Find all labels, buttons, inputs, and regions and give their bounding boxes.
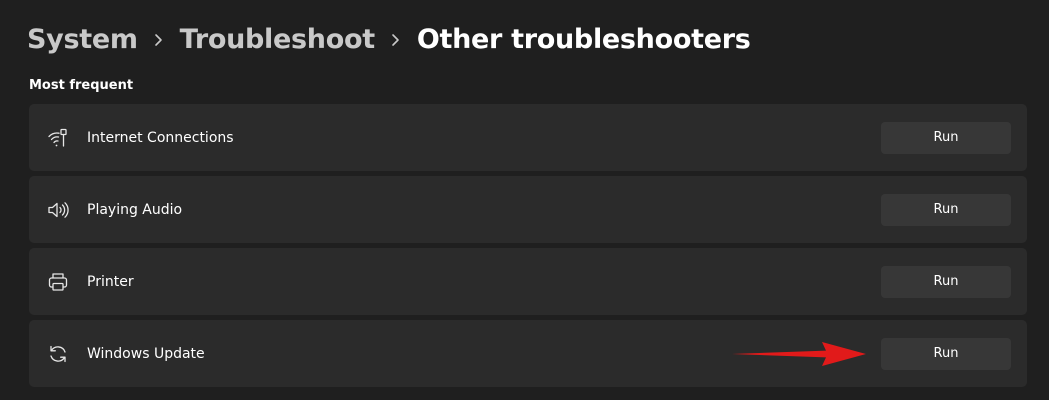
run-button-playing-audio[interactable]: Run bbox=[881, 193, 1011, 226]
wifi-network-icon bbox=[46, 126, 70, 150]
troubleshooter-label: Windows Update bbox=[87, 345, 205, 362]
speaker-icon bbox=[46, 198, 70, 222]
sync-icon bbox=[46, 342, 70, 366]
troubleshooter-row-playing-audio: Playing Audio Run bbox=[29, 176, 1027, 243]
troubleshooter-row-internet-connections: Internet Connections Run bbox=[29, 104, 1027, 171]
breadcrumb-item-troubleshoot[interactable]: Troubleshoot bbox=[180, 20, 375, 60]
chevron-right-icon bbox=[390, 20, 401, 60]
settings-page: System Troubleshoot Other troubleshooter… bbox=[0, 0, 1049, 400]
chevron-right-icon bbox=[153, 20, 164, 60]
breadcrumb: System Troubleshoot Other troubleshooter… bbox=[27, 20, 751, 60]
troubleshooter-label: Internet Connections bbox=[87, 129, 234, 146]
run-button-internet-connections[interactable]: Run bbox=[881, 121, 1011, 154]
annotation-arrow-icon bbox=[732, 342, 866, 366]
printer-icon bbox=[46, 270, 70, 294]
run-button-printer[interactable]: Run bbox=[881, 265, 1011, 298]
section-title-most-frequent: Most frequent bbox=[29, 78, 134, 93]
page-title: Other troubleshooters bbox=[416, 24, 751, 55]
troubleshooter-label: Printer bbox=[87, 273, 134, 290]
troubleshooter-row-printer: Printer Run bbox=[29, 248, 1027, 315]
troubleshooter-row-windows-update: Windows Update Run bbox=[29, 320, 1027, 387]
breadcrumb-item-system[interactable]: System bbox=[27, 20, 138, 60]
troubleshooter-label: Playing Audio bbox=[87, 201, 183, 218]
run-button-windows-update[interactable]: Run bbox=[881, 337, 1011, 370]
troubleshooter-list: Internet Connections Run Playing Audio R… bbox=[29, 104, 1027, 392]
